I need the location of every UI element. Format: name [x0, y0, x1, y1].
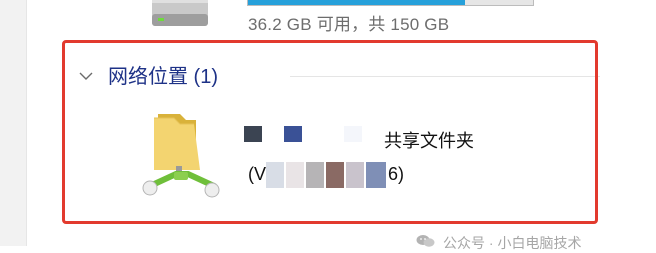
- drive-free-space-text: 36.2 GB 可用，共 150 GB: [248, 15, 450, 34]
- navigation-pane-edge: [0, 0, 26, 246]
- watermark-text: 公众号 · 小白电脑技术: [443, 235, 582, 251]
- highlight-box: [62, 40, 598, 224]
- pane-divider: [26, 0, 27, 246]
- drive-usage-bar: [247, 0, 534, 6]
- drive-usage-fill: [248, 0, 465, 5]
- hard-drive-icon[interactable]: [150, 0, 210, 34]
